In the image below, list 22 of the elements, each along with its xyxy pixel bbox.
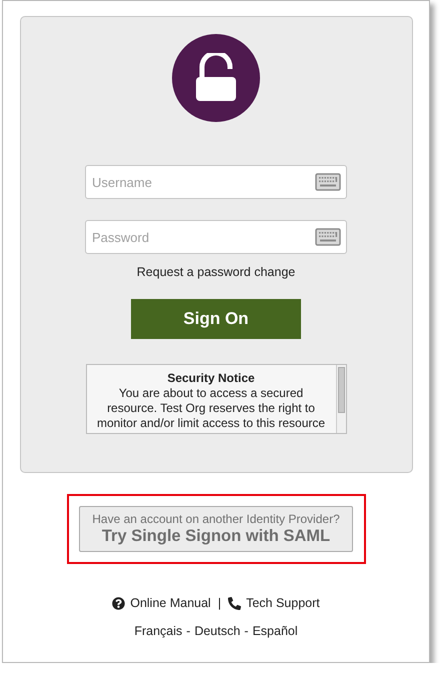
language-link[interactable]: Français — [134, 624, 182, 638]
language-separator: - — [186, 624, 190, 638]
language-link[interactable]: Deutsch — [194, 624, 240, 638]
saml-button[interactable]: Have an account on another Identity Provider? Try Single Signon with SAML — [79, 506, 353, 552]
keyboard-icon[interactable] — [315, 173, 341, 191]
sign-on-button[interactable]: Sign On — [131, 299, 301, 339]
language-link[interactable]: Español — [252, 624, 298, 638]
help-icon — [112, 596, 126, 610]
saml-prompt: Have an account on another Identity Provider? — [92, 512, 340, 526]
notice-text: You are about to access a secured resource. Test Org reserves the right to monitor and/or limit access to this resource — [96, 386, 326, 431]
scrollbar[interactable] — [336, 365, 346, 433]
username-field[interactable]: Username — [85, 165, 347, 199]
phone-icon — [228, 596, 242, 610]
saml-label: Try Single Signon with SAML — [102, 527, 330, 546]
keyboard-icon[interactable] — [315, 228, 341, 246]
footer-link[interactable]: Tech Support — [246, 596, 320, 610]
password-change-link[interactable]: Request a password change — [136, 265, 296, 279]
notice-title: Security Notice — [166, 371, 256, 386]
link-separator: | — [216, 596, 222, 610]
language-separator: - — [244, 624, 248, 638]
password-field[interactable]: Password — [85, 220, 347, 254]
footer-link[interactable]: Online Manual — [130, 596, 211, 610]
